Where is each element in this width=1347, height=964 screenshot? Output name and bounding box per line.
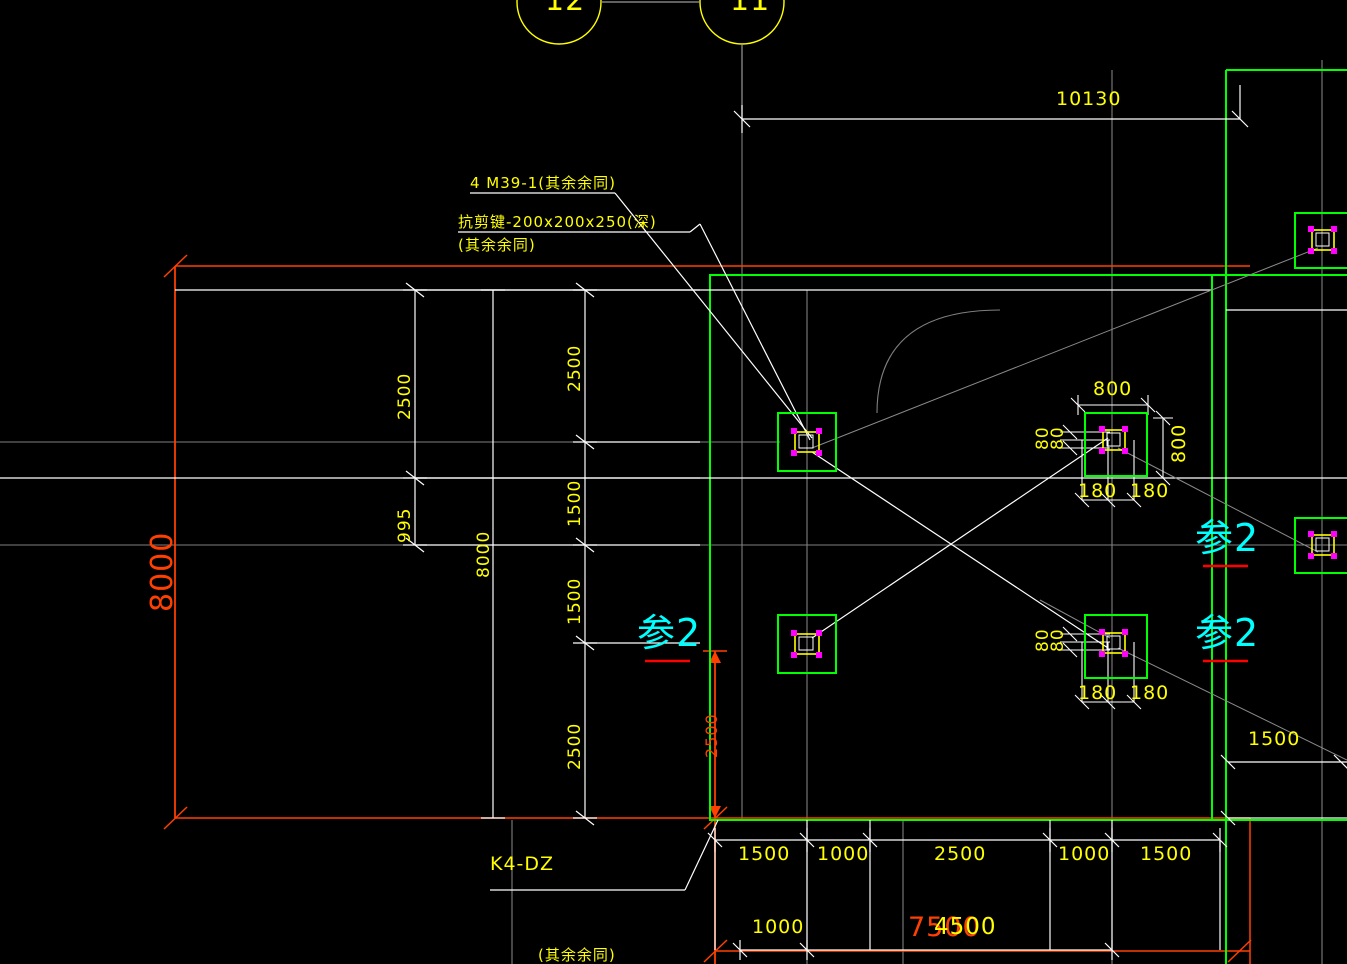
- reference-mark-underlines: [645, 564, 1248, 663]
- dim-right-1500: 1500: [1248, 728, 1301, 750]
- part-tag-k4-dz[interactable]: K4-DZ: [490, 855, 554, 874]
- dim-left-chain-995: 995: [395, 507, 415, 543]
- dim-center-8000: 8000: [474, 530, 494, 578]
- dim-top-10130: 10130: [1056, 88, 1122, 110]
- reference-mark-2[interactable]: 参2: [1195, 519, 1259, 557]
- anchor2-offset-80-b: 80: [1048, 628, 1068, 652]
- cad-drawing-viewport[interactable]: 12 11 4 M39-1(其余余同) 抗剪键-200x200x250(深) (…: [0, 0, 1347, 964]
- dim-right-chain-4: 2500: [565, 722, 585, 770]
- anchor-width-800: 800: [1093, 378, 1133, 400]
- dim-bottom-2: 1000: [817, 843, 870, 865]
- dim-bottom-4: 1000: [1058, 843, 1111, 865]
- reference-mark-1[interactable]: 参2: [637, 614, 701, 652]
- dim-bottom-1: 1500: [738, 843, 791, 865]
- construction-lines: [0, 60, 1347, 964]
- anchor2-offset-180-b: 180: [1130, 682, 1170, 704]
- grid-bubble-connector: [601, 1, 743, 119]
- grid-bubble-label-12[interactable]: 12: [545, 0, 585, 16]
- dim-inner-red-2500: 2500: [702, 713, 721, 758]
- dim-left-chain-2500: 2500: [395, 372, 415, 420]
- dim-bottom-3: 2500: [934, 843, 987, 865]
- anchor2-offset-180-a: 180: [1078, 682, 1118, 704]
- anchor-height-800: 800: [1168, 423, 1190, 463]
- dim-right-chain-3: 1500: [565, 577, 585, 625]
- dim-bottom-total-yellow: 4500: [934, 914, 997, 940]
- anchor-plate-far-right-top: [1294, 212, 1347, 269]
- dim-left-8000: 8000: [145, 531, 180, 612]
- anchor-offset-180-b: 180: [1130, 480, 1170, 502]
- anchor-offset-80-b: 80: [1048, 426, 1068, 450]
- note-shear-key-cont[interactable]: (其余余同): [458, 238, 536, 253]
- reference-mark-3[interactable]: 参2: [1195, 614, 1259, 652]
- note-bolt[interactable]: 4 M39-1(其余余同): [470, 176, 616, 191]
- dim-right-chain-1: 2500: [565, 344, 585, 392]
- dim-bottom-5: 1500: [1140, 843, 1193, 865]
- dim-bottom-secondary-1000: 1000: [752, 916, 805, 938]
- dim-right-chain-2: 1500: [565, 479, 585, 527]
- grid-bubble-label-11[interactable]: 11: [730, 0, 770, 16]
- note-shear-key[interactable]: 抗剪键-200x200x250(深): [458, 215, 657, 230]
- note-clipped-bottom[interactable]: (其余余同): [538, 948, 616, 963]
- white-geometry: [0, 85, 1347, 960]
- anchor-offset-180-a: 180: [1078, 480, 1118, 502]
